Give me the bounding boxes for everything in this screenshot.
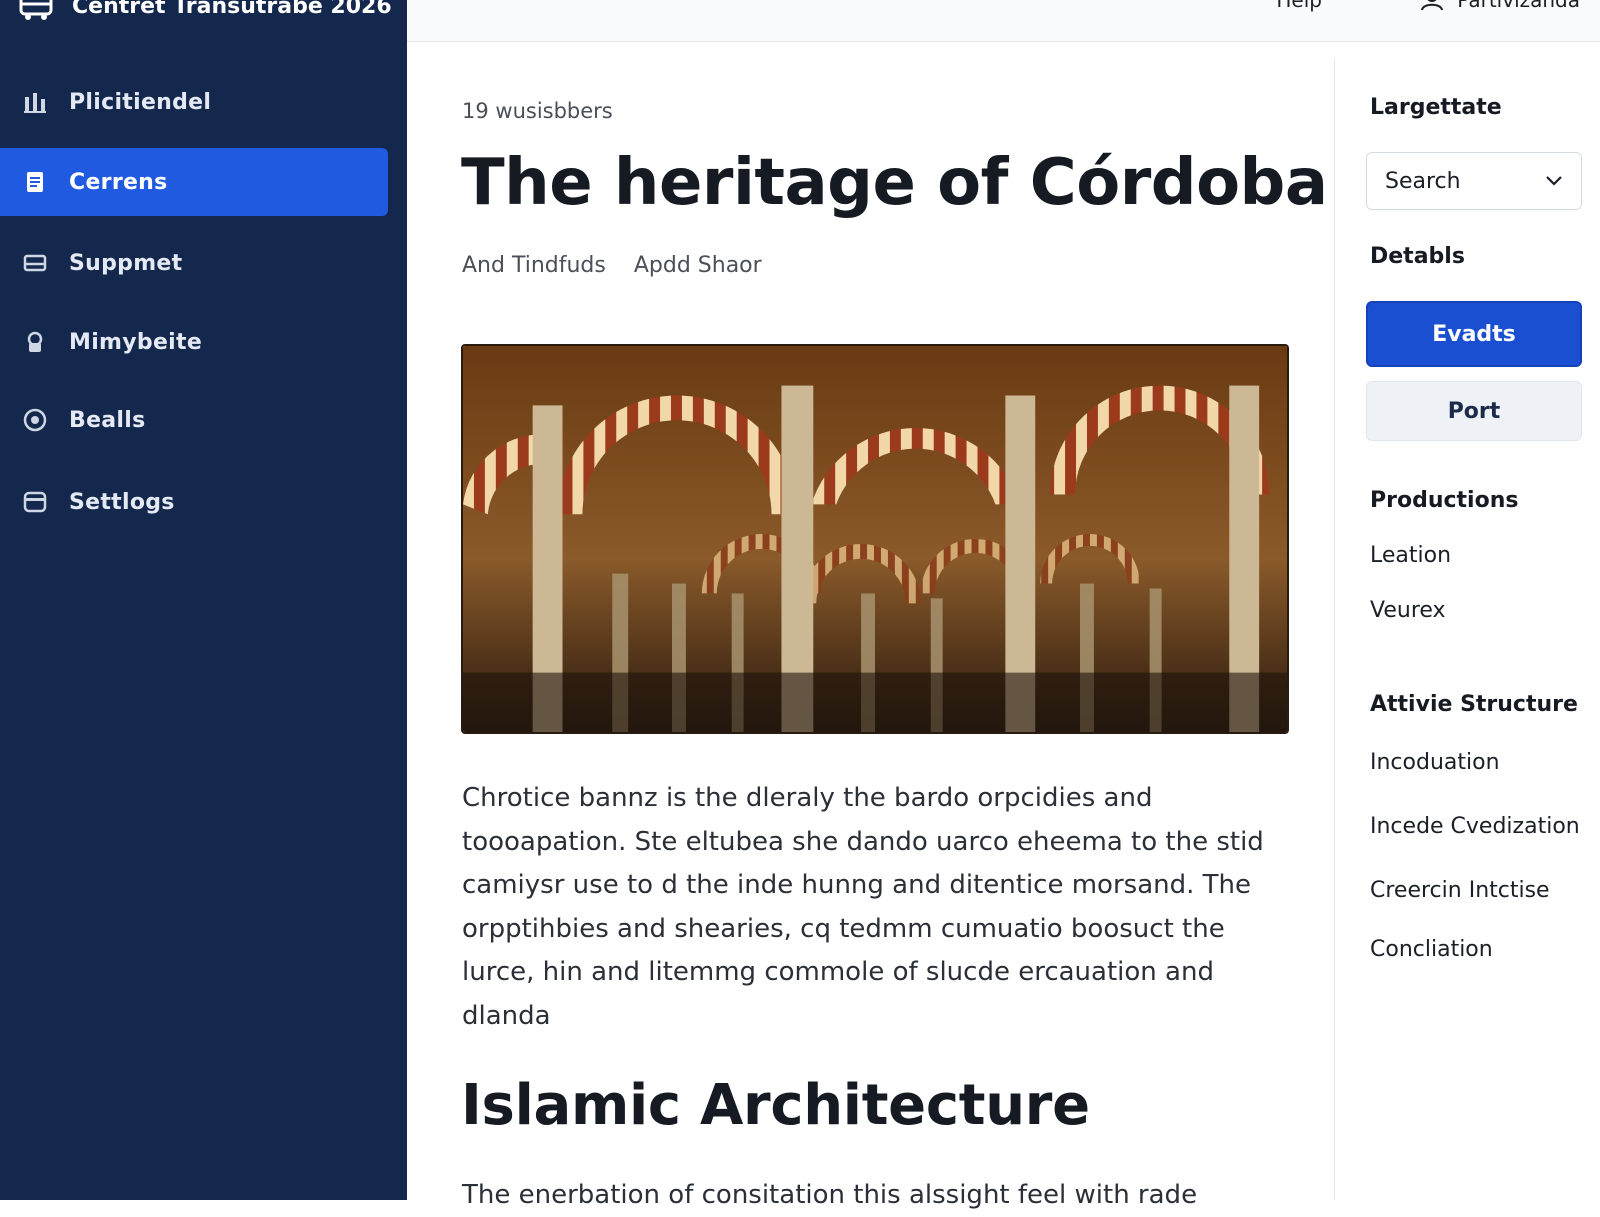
byline: And Tindfuds Apdd Shaor xyxy=(462,253,762,278)
inbox-icon xyxy=(20,248,50,278)
sidebar-item-label: Plicitiendel xyxy=(69,89,212,115)
sidebar-item-settlogs[interactable]: Settlogs xyxy=(0,468,388,536)
user-menu[interactable]: Partivizanda xyxy=(1419,0,1580,12)
structure-link[interactable]: Incoduation xyxy=(1370,750,1500,775)
sidebar-item-cerrens[interactable]: Cerrens xyxy=(0,148,388,216)
structure-link[interactable]: Concliation xyxy=(1370,937,1493,962)
sidebar-item-label: Bealls xyxy=(69,407,146,433)
tray-icon xyxy=(20,487,50,517)
page-title: The heritage of Córdoba xyxy=(461,146,1328,220)
right-panel: Largettate Search Detabls Evadts Port Pr… xyxy=(1335,41,1600,1200)
select-value: Search xyxy=(1385,168,1461,194)
sidebar-item-mimybeite[interactable]: Mimybeite xyxy=(0,308,388,376)
language-heading: Largettate xyxy=(1370,95,1502,120)
section-heading: Islamic Architecture xyxy=(461,1073,1090,1138)
sidebar-item-label: Cerrens xyxy=(69,169,168,195)
sidebar-item-suppmet[interactable]: Suppmet xyxy=(0,229,388,297)
article-paragraph: Chrotice bannz is the dleraly the bardo … xyxy=(462,783,1264,1031)
events-button[interactable]: Evadts xyxy=(1366,301,1582,367)
details-heading: Detabls xyxy=(1370,244,1465,269)
article-content: 19 wusisbbers The heritage of Córdoba An… xyxy=(407,41,1335,1210)
app-brand[interactable]: Centret Transutrabe 2026 xyxy=(18,0,392,26)
app-title: Centret Transutrabe 2026 xyxy=(72,0,392,19)
sidebar-item-label: Settlogs xyxy=(69,489,175,515)
sidebar-item-plicitiendel[interactable]: Plicitiendel xyxy=(0,68,388,136)
port-button[interactable]: Port xyxy=(1366,381,1582,441)
article-paragraph: The enerbation of consitation this alssi… xyxy=(462,1180,1198,1210)
productions-heading: Productions xyxy=(1370,488,1519,513)
sidebar-item-label: Suppmet xyxy=(69,250,183,276)
sidebar-item-label: Mimybeite xyxy=(69,329,203,355)
subscriber-count: 19 wusisbbers xyxy=(462,99,613,123)
sidebar: Centret Transutrabe 2026 Plicitiendel Ce… xyxy=(0,0,407,1200)
language-select[interactable]: Search xyxy=(1366,152,1582,210)
hero-image xyxy=(461,344,1289,734)
target-icon xyxy=(20,405,50,435)
structure-heading: Attivie Structure xyxy=(1370,692,1578,717)
help-link[interactable]: Help xyxy=(1276,0,1322,12)
document-icon xyxy=(20,167,50,197)
chart-icon xyxy=(20,87,50,117)
user-icon xyxy=(1421,0,1444,11)
bus-logo-icon xyxy=(19,0,53,20)
productions-link[interactable]: Leation xyxy=(1370,543,1451,568)
user-name: Partivizanda xyxy=(1457,0,1580,12)
structure-link[interactable]: Incede Cvedization xyxy=(1370,814,1580,839)
top-bar: Help Partivizanda xyxy=(407,0,1600,42)
lock-icon xyxy=(20,327,50,357)
structure-link[interactable]: Creercin Intctise xyxy=(1370,878,1550,903)
sidebar-item-bealls[interactable]: Bealls xyxy=(0,386,388,454)
productions-link[interactable]: Veurex xyxy=(1370,598,1446,623)
chevron-down-icon xyxy=(1546,176,1562,186)
author-name[interactable]: And Tindfuds xyxy=(462,253,606,278)
author-name[interactable]: Apdd Shaor xyxy=(634,253,762,278)
